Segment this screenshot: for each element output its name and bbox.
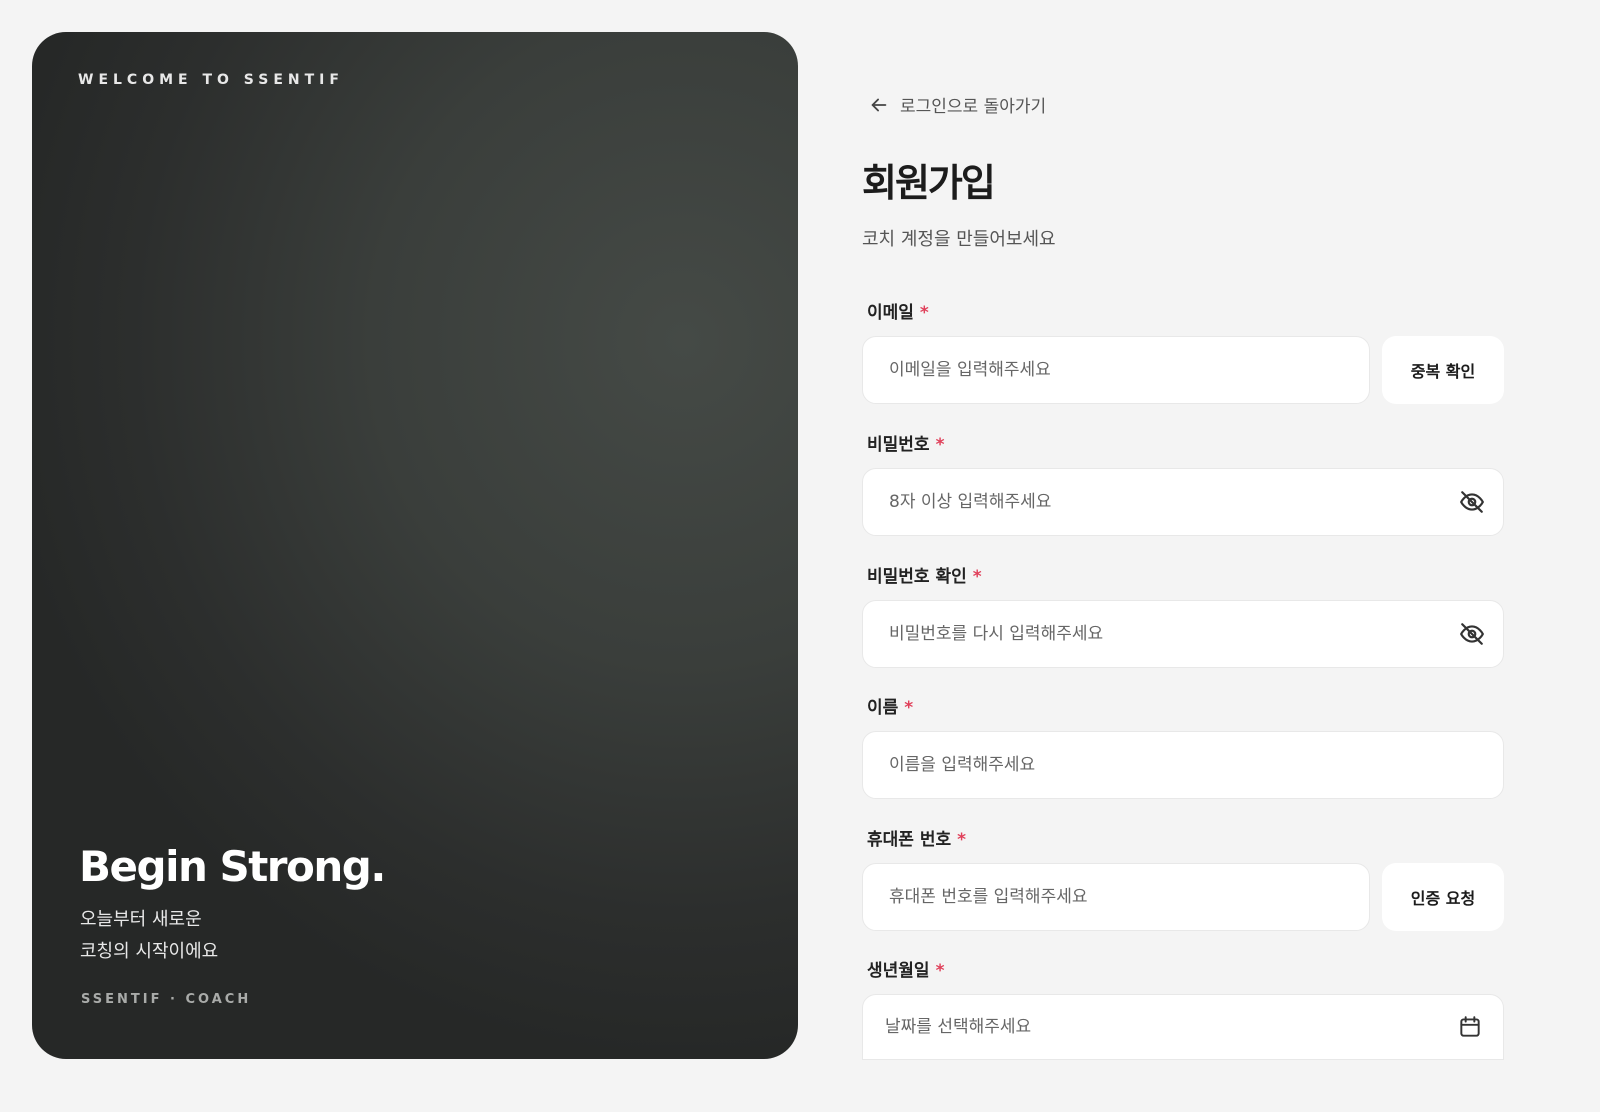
required-mark: * [935,435,945,455]
name-label: 이름 * [867,693,913,718]
page-subtitle: 코치 계정을 만들어보세요 [862,229,1056,250]
required-mark: * [957,830,967,850]
hero-panel: WELCOME TO SSENTIF Begin Strong. 오늘부터 새로… [32,32,798,1059]
phone-field-box [862,863,1370,931]
phone-input[interactable] [889,887,1369,907]
calendar-icon[interactable] [1457,1014,1483,1040]
name-field-box [862,731,1504,799]
name-label-text: 이름 [867,698,899,718]
required-mark: * [904,698,914,718]
check-duplicate-button[interactable]: 중복 확인 [1382,336,1504,404]
required-mark: * [919,303,929,323]
password-label: 비밀번호 * [867,430,944,455]
back-to-login-link[interactable]: 로그인으로 돌아가기 [868,92,1046,117]
hero-subtext-line1: 오늘부터 새로운 [80,909,202,930]
birthdate-label: 생년월일 * [867,956,944,981]
hero-subtext: 오늘부터 새로운 코칭의 시작이에요 [80,904,218,968]
email-input[interactable] [889,360,1369,380]
arrow-left-icon [871,98,887,111]
password-confirm-label: 비밀번호 확인 * [867,562,982,587]
password-input[interactable] [889,492,1459,512]
email-label: 이메일 * [867,298,929,323]
eye-off-icon[interactable] [1459,621,1485,647]
birthdate-input[interactable] [885,1017,1457,1037]
hero-eyebrow: WELCOME TO SSENTIF [78,72,344,88]
birthdate-field-box[interactable] [862,994,1504,1060]
required-mark: * [935,961,945,981]
hero-headline: Begin Strong. [79,842,386,891]
password-label-text: 비밀번호 [867,435,930,455]
request-verification-button[interactable]: 인증 요청 [1382,863,1504,931]
hero-subtext-line2: 코칭의 시작이에요 [80,941,219,962]
eye-off-icon[interactable] [1459,489,1485,515]
hero-footer: SSENTIF · COACH [81,992,252,1007]
phone-label-text: 휴대폰 번호 [867,830,952,850]
email-label-text: 이메일 [867,303,914,323]
required-mark: * [972,567,982,587]
email-field-box [862,336,1370,404]
password-confirm-label-text: 비밀번호 확인 [867,567,967,587]
password-confirm-field-box [862,600,1504,668]
password-confirm-input[interactable] [889,624,1459,644]
back-to-login-label: 로그인으로 돌아가기 [900,97,1047,117]
page-title: 회원가입 [862,161,996,205]
name-input[interactable] [889,755,1503,775]
password-field-box [862,468,1504,536]
phone-label: 휴대폰 번호 * [867,825,966,850]
birthdate-label-text: 생년월일 [867,961,930,981]
